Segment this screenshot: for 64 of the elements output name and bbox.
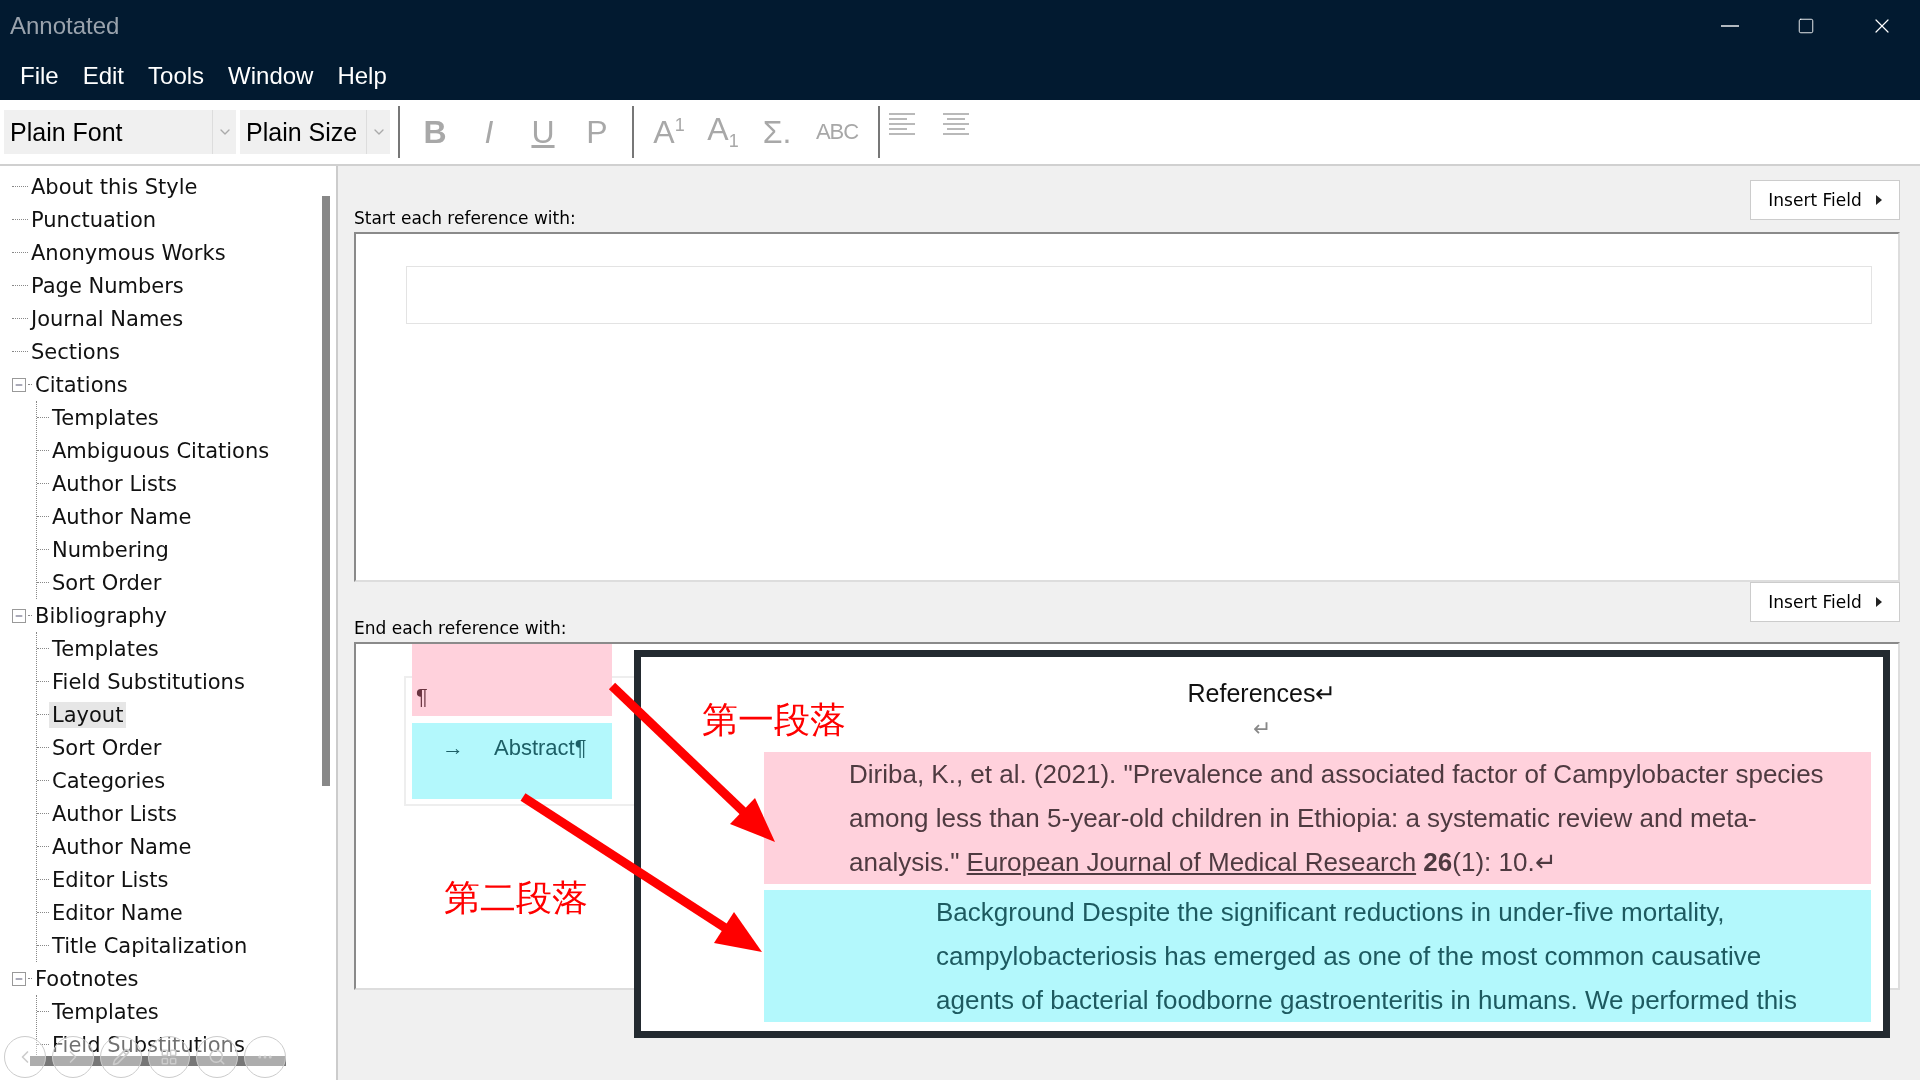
tree-item[interactable]: Ambiguous Citations (49, 437, 273, 464)
section-label: Start each reference with: (354, 208, 576, 228)
tree-item[interactable]: Title Capitalization (49, 932, 251, 959)
scrollbar[interactable] (30, 1056, 286, 1066)
scrollbar[interactable] (322, 196, 330, 786)
tree-item[interactable]: Templates (49, 404, 162, 431)
tree-item[interactable]: Editor Name (49, 899, 186, 926)
insert-field-button[interactable]: Insert Field (1750, 180, 1900, 220)
tree-item[interactable]: Journal Names (28, 305, 187, 332)
window-title: Annotated (10, 12, 121, 40)
annotation-label: 第一段落 (702, 698, 846, 742)
tree-item[interactable]: Editor Lists (49, 866, 172, 893)
more-icon[interactable] (244, 1036, 286, 1078)
tree-item[interactable]: Layout (49, 701, 127, 728)
tree-item[interactable]: Page Numbers (28, 272, 187, 299)
tree-item[interactable]: About this Style (28, 173, 201, 200)
tree-item[interactable]: Sort Order (49, 734, 165, 761)
tree-item[interactable]: Numbering (49, 536, 172, 563)
abstract-text: campylobacteriosis has emerged as one of the most common causative (936, 940, 1763, 973)
menu-item[interactable]: Tools (138, 62, 215, 90)
tree-item[interactable]: Author Name (49, 833, 195, 860)
menu-item[interactable]: Edit (72, 62, 135, 90)
collapse-toggle[interactable] (12, 377, 26, 392)
reference-text: Diriba, K., et al. (2021). "Prevalence and associated factor of Campylobacter species (849, 758, 1825, 791)
insert-field-button[interactable]: Insert Field (1750, 582, 1900, 622)
tree-item[interactable]: Field Substitutions (49, 668, 248, 695)
document-heading: References↵ (1187, 679, 1337, 708)
input-field[interactable] (406, 266, 1872, 324)
reference-text: among less than 5-year-old children in Ethiopia: a systematic review and meta- (849, 802, 1758, 835)
back-icon[interactable] (4, 1036, 46, 1078)
tree-item[interactable]: Author Lists (49, 470, 181, 497)
reference-text: analysis." European Journal of Medical Research 26(1): 10.↵ (849, 846, 1558, 879)
annotation-label: 第二段落 (444, 876, 588, 920)
collapse-toggle[interactable] (12, 608, 26, 623)
tree-item[interactable]: Field Substitutions (49, 1031, 248, 1056)
tree-item[interactable]: Citations (32, 371, 131, 398)
tree-item[interactable]: Bibliography (32, 602, 170, 629)
tree-item[interactable]: Author Name (49, 503, 195, 530)
abstract-text: agents of bacterial foodborne gastroenteritis in humans. We performed this (936, 984, 1798, 1017)
minimize-icon (1721, 25, 1739, 27)
pilcrow-mark: ¶ (416, 684, 428, 710)
caret-icon (1875, 195, 1882, 205)
menu-item[interactable]: File (10, 62, 69, 90)
tree-item[interactable]: Sort Order (49, 569, 165, 596)
tree-item[interactable]: Punctuation (28, 206, 160, 233)
size-dropdown[interactable]: Plain Size (240, 110, 390, 154)
tree-item[interactable]: Templates (49, 998, 162, 1025)
menu-item[interactable]: Help (327, 62, 397, 90)
collapse-toggle[interactable] (12, 971, 26, 986)
tree-item[interactable]: Footnotes (32, 965, 142, 992)
tree-item[interactable]: Author Lists (49, 800, 181, 827)
paragraph-text: Abstract¶ (494, 735, 587, 761)
tree-item[interactable]: Anonymous Works (28, 239, 229, 266)
paragraph-mark: ↵ (1253, 716, 1271, 742)
abstract-text: Background Despite the significant reductions in under-five mortality, (936, 896, 1726, 929)
maximize-icon (1797, 17, 1815, 35)
section-label: End each reference with: (354, 618, 567, 638)
caret-icon (1875, 597, 1882, 607)
tree-item[interactable]: Categories (49, 767, 169, 794)
menu-item[interactable]: Window (218, 62, 324, 90)
tab-arrow: → (442, 735, 464, 761)
tree-item[interactable]: Templates (49, 635, 162, 662)
tree-item[interactable]: Sections (28, 338, 123, 365)
font-dropdown[interactable]: Plain Font (4, 110, 236, 154)
